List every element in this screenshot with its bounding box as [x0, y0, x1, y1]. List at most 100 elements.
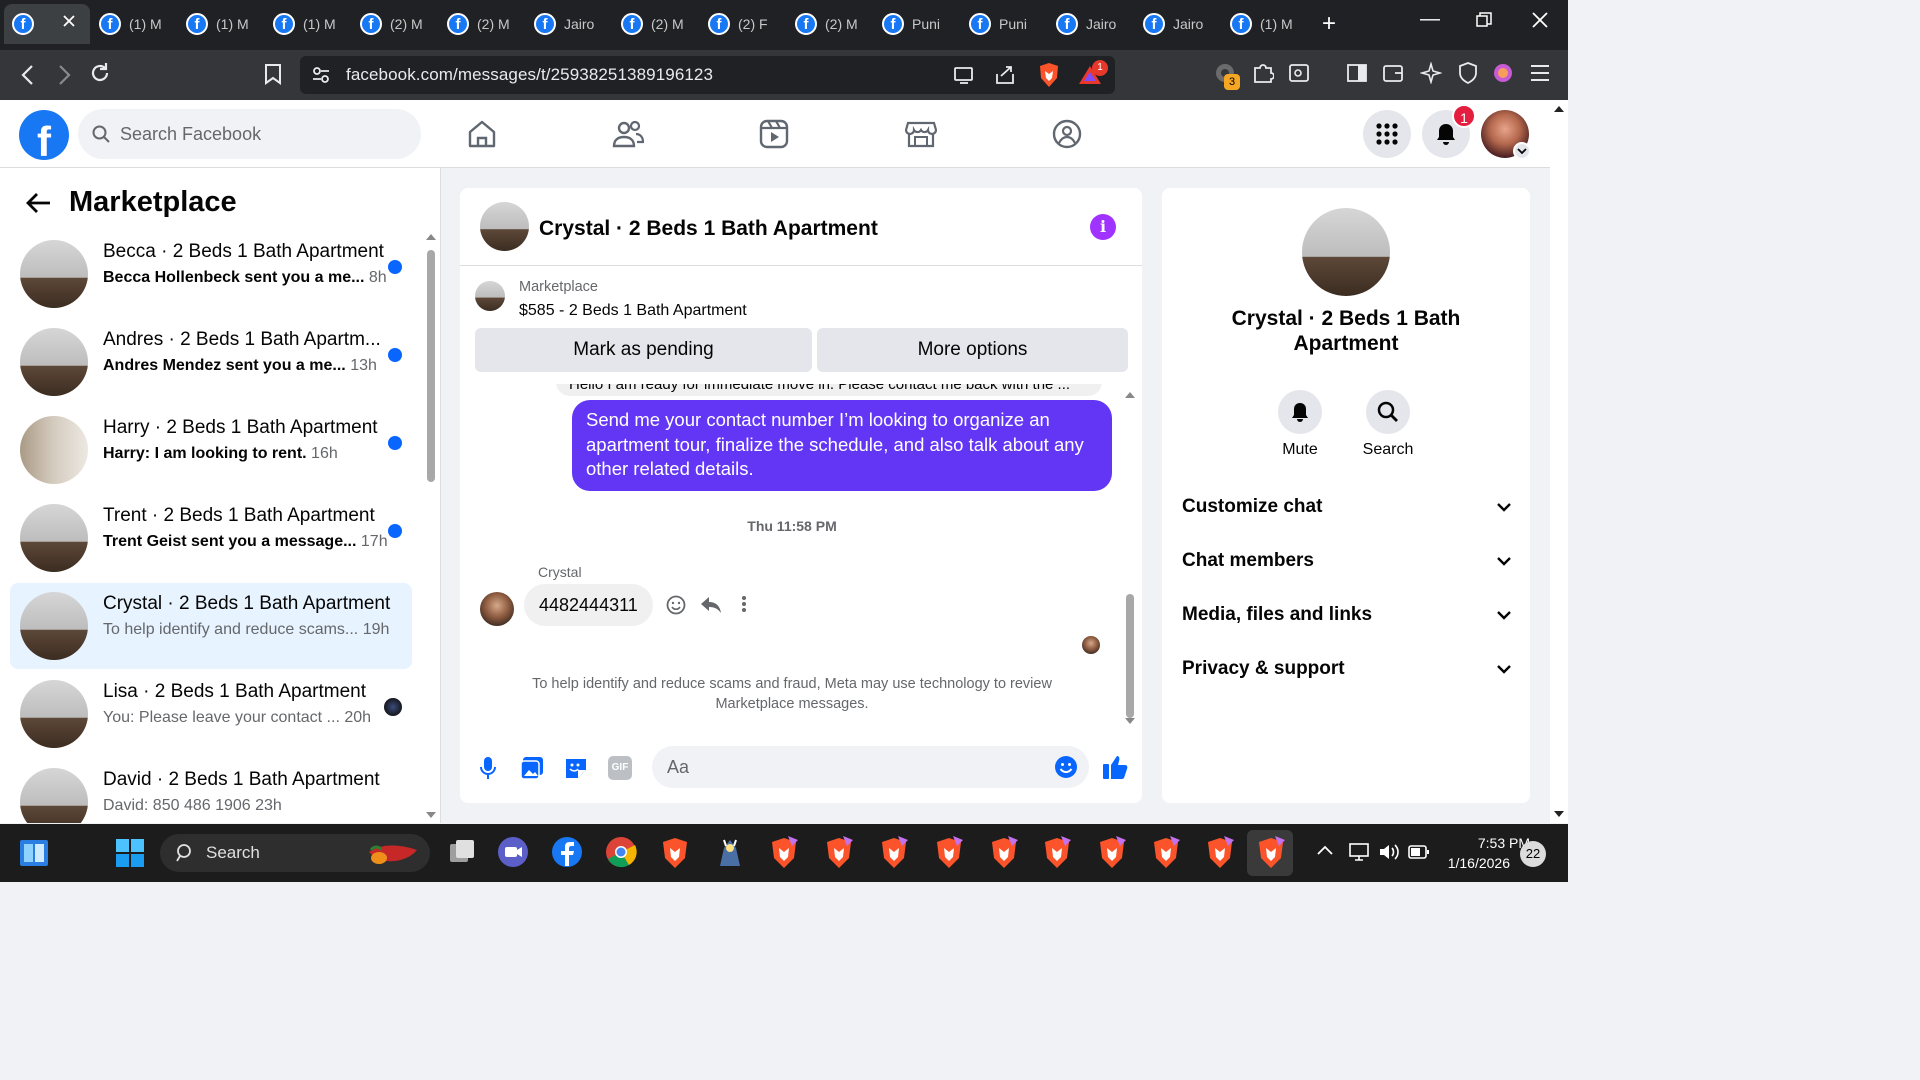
profile-icon[interactable]: [1493, 63, 1513, 83]
listing-thumbnail[interactable]: [475, 281, 505, 311]
wallet-icon[interactable]: [1382, 62, 1404, 84]
facebook-app-icon[interactable]: [551, 836, 585, 870]
reload-icon[interactable]: [89, 62, 111, 84]
brave-window-icon[interactable]: [823, 836, 857, 870]
groups-icon[interactable]: [1052, 119, 1082, 149]
browser-tab[interactable]: f (1) M: [265, 4, 351, 44]
bookmark-icon[interactable]: [264, 63, 282, 85]
react-icon[interactable]: [666, 595, 686, 615]
extension-icon[interactable]: 3: [1214, 62, 1240, 90]
thread-scrollbar[interactable]: [1122, 384, 1138, 730]
forward-icon[interactable]: [56, 64, 72, 86]
message-input[interactable]: Aa: [652, 746, 1089, 788]
sender-avatar[interactable]: [480, 592, 514, 626]
like-icon[interactable]: [1102, 754, 1128, 780]
incoming-message[interactable]: 4482444311: [524, 584, 653, 626]
browser-tab[interactable]: f (2) F: [700, 4, 786, 44]
browser-tab[interactable]: f Puni: [874, 4, 960, 44]
browser-tab[interactable]: f Jairo: [1135, 4, 1221, 44]
game-app-icon[interactable]: [714, 836, 748, 870]
gif-icon[interactable]: GIF: [608, 756, 632, 780]
conversation-item[interactable]: Trent · 2 Beds 1 Bath Apartment Trent Gei…: [10, 495, 412, 581]
brave-window-icon[interactable]: [1247, 830, 1293, 876]
home-icon[interactable]: [467, 119, 497, 149]
sticker-icon[interactable]: [564, 756, 588, 780]
clock-date[interactable]: 1/16/2026: [1430, 855, 1510, 871]
inbox-scrollbar[interactable]: [424, 230, 438, 822]
details-section-row[interactable]: Privacy & support: [1182, 658, 1512, 680]
new-tab-button[interactable]: +: [1322, 10, 1336, 38]
listing-title[interactable]: $585 - 2 Beds 1 Bath Apartment: [519, 302, 747, 320]
task-view-icon[interactable]: [446, 836, 480, 870]
cast-icon[interactable]: [954, 66, 974, 84]
brave-shields-icon[interactable]: [1037, 62, 1061, 88]
marketplace-icon[interactable]: [905, 119, 937, 149]
conversation-item[interactable]: David · 2 Beds 1 Bath Apartment David: 85…: [10, 759, 412, 823]
mark-as-pending-button[interactable]: Mark as pending: [475, 328, 812, 372]
show-hidden-icons[interactable]: [1316, 844, 1334, 856]
browser-tab[interactable]: f Jairo: [526, 4, 612, 44]
zoom-meetings-icon[interactable]: [497, 836, 531, 870]
friends-icon[interactable]: [612, 119, 644, 149]
brave-window-icon[interactable]: [878, 836, 912, 870]
browser-tab[interactable]: f (1) M: [1222, 4, 1308, 44]
start-icon[interactable]: [115, 838, 149, 872]
conversation-item[interactable]: Lisa · 2 Beds 1 Bath Apartment You: Pleas…: [10, 671, 412, 757]
leo-ai-icon[interactable]: [1420, 62, 1442, 84]
brave-browser-icon[interactable]: [659, 836, 693, 870]
video-icon[interactable]: [759, 119, 789, 149]
page-scrollbar[interactable]: [1550, 100, 1568, 823]
back-icon[interactable]: [20, 64, 36, 86]
microphone-icon[interactable]: [480, 756, 496, 780]
search-in-chat-button[interactable]: [1366, 390, 1410, 434]
menu-grid-button[interactable]: [1363, 110, 1411, 158]
battery-icon[interactable]: [1408, 845, 1430, 859]
brave-window-icon[interactable]: [1041, 836, 1075, 870]
brave-window-icon[interactable]: [768, 836, 802, 870]
conversation-item[interactable]: Crystal · 2 Beds 1 Bath Apartment To help…: [10, 583, 412, 669]
network-icon[interactable]: [1348, 842, 1370, 862]
more-actions-icon[interactable]: [741, 595, 747, 613]
notifications-button[interactable]: 1: [1422, 104, 1476, 158]
close-window-button[interactable]: [1532, 12, 1548, 28]
outgoing-message[interactable]: Send me your contact number I’m looking …: [572, 400, 1112, 491]
puzzle-icon[interactable]: [1252, 62, 1274, 84]
chat-avatar[interactable]: [480, 202, 529, 251]
volume-icon[interactable]: [1378, 842, 1400, 862]
notification-center-badge[interactable]: 22: [1520, 841, 1546, 867]
conversation-item[interactable]: Andres · 2 Beds 1 Bath Apartm... Andres M…: [10, 319, 412, 405]
details-section-row[interactable]: Media, files and links: [1182, 604, 1512, 626]
browser-tab[interactable]: f (2) M: [787, 4, 873, 44]
search-facebook-field[interactable]: Search Facebook: [78, 109, 421, 159]
emoji-icon[interactable]: [1054, 755, 1078, 779]
browser-tab[interactable]: f (2) M: [352, 4, 438, 44]
more-options-button[interactable]: More options: [817, 328, 1128, 372]
widgets-icon[interactable]: [18, 838, 50, 868]
browser-tab[interactable]: f Puni: [961, 4, 1047, 44]
share-icon[interactable]: [994, 64, 1016, 86]
facebook-logo[interactable]: f: [19, 110, 69, 160]
browser-tab[interactable]: f (2) M: [613, 4, 699, 44]
conversation-item[interactable]: Becca · 2 Beds 1 Bath Apartment Becca Hol…: [10, 231, 412, 317]
info-icon[interactable]: i: [1090, 214, 1116, 240]
brave-window-icon[interactable]: [1096, 836, 1130, 870]
details-section-row[interactable]: Customize chat: [1182, 496, 1512, 518]
chat-title[interactable]: Crystal · 2 Beds 1 Bath Apartment: [539, 217, 878, 241]
reply-icon[interactable]: [700, 595, 722, 615]
address-bar[interactable]: facebook.com/messages/t/2593825138919612…: [300, 56, 1115, 94]
sidebar-toggle-icon[interactable]: [1346, 62, 1368, 84]
reader-mode-icon[interactable]: [1288, 62, 1310, 84]
vpn-icon[interactable]: [1458, 62, 1478, 84]
browser-tab[interactable]: f Jairo: [1048, 4, 1134, 44]
brave-window-icon[interactable]: [1204, 836, 1238, 870]
back-arrow-icon[interactable]: [26, 192, 52, 214]
conversation-item[interactable]: Harry · 2 Beds 1 Bath Apartment Harry: I …: [10, 407, 412, 493]
clock-time[interactable]: 7:53 PM: [1440, 835, 1530, 851]
taskbar-search[interactable]: Search: [160, 834, 430, 872]
minimize-button[interactable]: —: [1420, 8, 1440, 31]
browser-tab[interactable]: f (1) M: [178, 4, 264, 44]
brave-window-icon[interactable]: [988, 836, 1022, 870]
browser-tab[interactable]: f (1) M: [91, 4, 177, 44]
browser-tab[interactable]: f: [4, 4, 90, 44]
brave-rewards-icon[interactable]: 1: [1078, 60, 1108, 86]
